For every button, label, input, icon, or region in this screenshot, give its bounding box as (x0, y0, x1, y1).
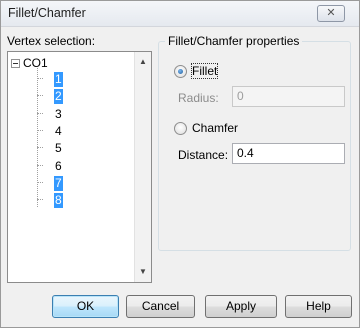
fillet-radio[interactable] (174, 65, 187, 78)
distance-label: Distance: (178, 148, 229, 162)
close-button[interactable]: ✕ (317, 5, 345, 22)
tree-item-label[interactable]: 5 (54, 141, 63, 156)
tree-root-label[interactable]: CO1 (23, 56, 48, 70)
fillet-label[interactable]: Fillet (190, 63, 219, 79)
cancel-button[interactable]: Cancel (126, 295, 195, 318)
tree-branch-line (37, 199, 43, 201)
tree-branch-line (37, 181, 43, 183)
tree-item-label[interactable]: 3 (54, 107, 63, 122)
help-button[interactable]: Help (285, 295, 352, 318)
tree-branch-line (37, 147, 43, 149)
tree-branch-line (37, 95, 43, 97)
radius-label: Radius: (178, 91, 219, 105)
tree-branch-line (37, 78, 43, 79)
close-icon: ✕ (326, 7, 336, 19)
vertex-selection-label: Vertex selection: (7, 34, 96, 48)
scroll-up-icon[interactable]: ▲ (135, 54, 151, 70)
tree-branch-line (37, 112, 43, 114)
tree-item-label[interactable]: 6 (54, 159, 63, 174)
scroll-down-icon[interactable]: ▼ (135, 264, 151, 280)
tree-item-label[interactable]: 2 (54, 89, 63, 105)
tree-item-label[interactable]: 4 (54, 124, 63, 139)
properties-group-title: Fillet/Chamfer properties (165, 34, 303, 48)
vertex-tree[interactable]: CO1 1 2 3 4 5 67 8 ▲ ▼ (7, 51, 152, 283)
fillet-chamfer-dialog: Fillet/Chamfer ✕ Vertex selection: CO1 1… (0, 0, 360, 328)
vertical-scrollbar[interactable]: ▲ ▼ (134, 52, 151, 282)
tree-branch-line (37, 129, 43, 131)
title-bar: Fillet/Chamfer ✕ (1, 1, 359, 27)
window-title: Fillet/Chamfer (8, 6, 86, 20)
tree-connector (37, 68, 38, 207)
ok-button[interactable]: OK (52, 295, 119, 318)
tree-root[interactable]: CO1 (11, 55, 48, 71)
tree-item-label[interactable]: 8 (54, 193, 63, 209)
distance-input[interactable]: 0.4 (232, 143, 345, 164)
apply-button[interactable]: Apply (205, 295, 277, 318)
tree-branch-line (37, 164, 43, 166)
chamfer-radio[interactable] (174, 122, 187, 135)
tree-item-label[interactable]: 7 (54, 175, 63, 191)
tree-item-label[interactable]: 1 (54, 72, 63, 87)
collapse-icon[interactable] (11, 58, 20, 68)
radius-input[interactable]: 0 (232, 86, 345, 107)
chamfer-label[interactable]: Chamfer (192, 121, 238, 135)
